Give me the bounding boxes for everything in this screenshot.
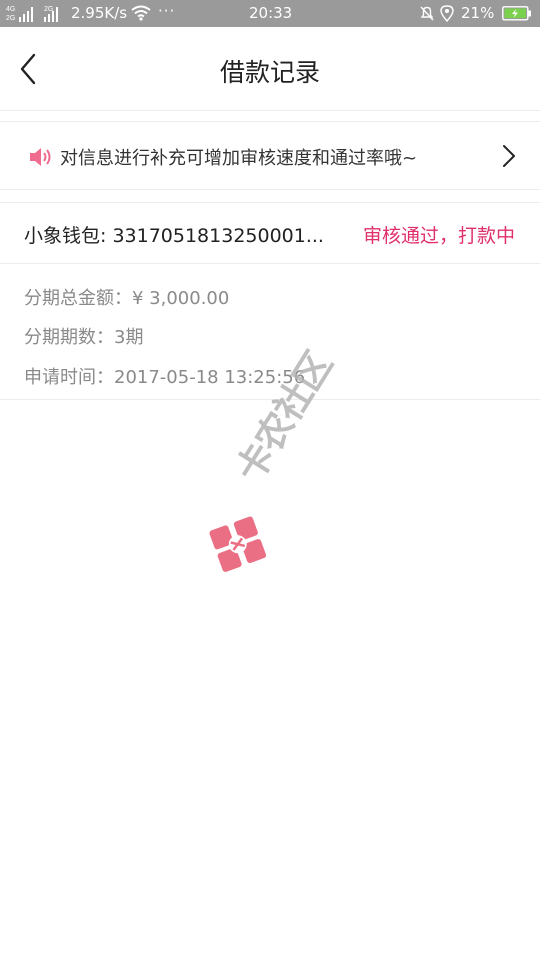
wifi-icon [131, 5, 151, 21]
sig-label-2g-b: 2G [44, 6, 53, 13]
loan-id: 小象钱包: 3317051813250001... [24, 225, 324, 247]
mute-bell-icon [420, 6, 434, 21]
nav-bar: 借款记录 [0, 27, 540, 111]
watermark-logo-icon [209, 516, 267, 572]
battery-charging-icon [502, 6, 531, 21]
network-speed: 2.95K/s [71, 4, 128, 22]
record-header: 小象钱包: 3317051813250001... 审核通过，打款中 [0, 203, 540, 264]
loan-record-card[interactable]: 小象钱包: 3317051813250001... 审核通过，打款中 分期总金额… [0, 202, 540, 400]
clock: 20:33 [249, 4, 293, 22]
speaker-icon [30, 148, 51, 166]
more-dots: ··· [158, 2, 176, 20]
location-icon [440, 5, 454, 22]
signal-icon: 4G 2G 2G [6, 6, 58, 22]
notice-text: 对信息进行补充可增加审核速度和通过率哦~ [60, 148, 418, 169]
notice-banner[interactable]: 对信息进行补充可增加审核速度和通过率哦~ [0, 121, 540, 190]
chevron-right-icon [503, 145, 515, 167]
battery-percent: 21% [461, 4, 495, 22]
status-bar: 4G 2G 2G 2.95K/s ··· 20:33 21% [0, 0, 540, 27]
status-badge: 审核通过，打款中 [362, 225, 515, 247]
installment-amount: 分期总金额：¥ 3,000.00 [24, 288, 230, 309]
sig-label-4g: 4G [6, 6, 15, 13]
apply-time: 申请时间：2017-05-18 13:25:56 [24, 367, 306, 388]
installment-periods: 分期期数：3期 [24, 327, 144, 348]
sig-label-2g-a: 2G [6, 15, 15, 22]
page-title: 借款记录 [219, 58, 320, 87]
watermark: 卡农社区 [200, 345, 350, 580]
